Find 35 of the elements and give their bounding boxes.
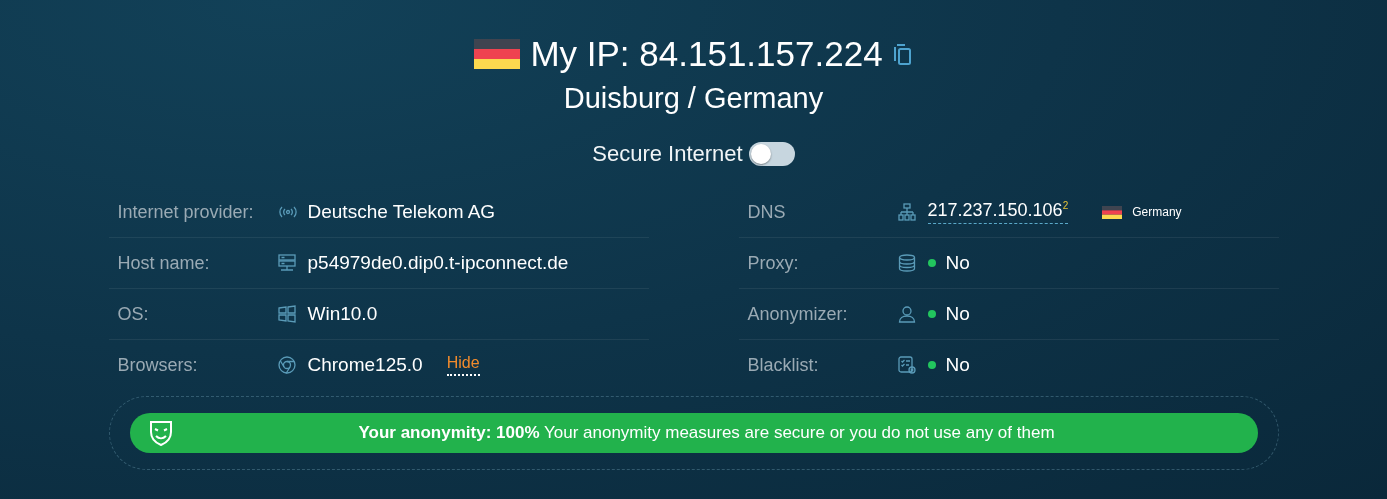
row-label: OS: <box>117 303 150 325</box>
row-label: Host name: <box>117 252 211 274</box>
database-icon <box>897 254 916 272</box>
location-text: Duisburg / Germany <box>563 82 824 115</box>
mask-icon <box>147 419 174 447</box>
flag-icon <box>1102 205 1123 219</box>
person-icon <box>897 305 916 323</box>
row-value: Deutsche Telekom AG <box>307 201 496 223</box>
status-value: No <box>945 303 970 325</box>
checklist-icon <box>897 356 916 374</box>
row-label: Anonymizer: <box>747 303 849 325</box>
signal-icon <box>277 205 298 219</box>
server-icon <box>277 254 296 272</box>
browser-icon <box>277 356 296 374</box>
hide-link[interactable]: Hide <box>446 354 480 376</box>
anonymity-text: Your anonymity: 100% Your anonymity measures are secure or you do not use any of them <box>357 423 1056 443</box>
windows-icon <box>277 305 296 323</box>
status-value: No <box>945 252 970 274</box>
copy-icon[interactable] <box>892 42 913 66</box>
network-icon <box>897 203 916 221</box>
secure-internet-switch[interactable] <box>748 142 795 166</box>
toggle-label: Secure Internet <box>592 141 743 167</box>
flag-icon <box>474 39 521 69</box>
row-label: Blacklist: <box>747 354 820 376</box>
status-value: No <box>945 354 970 376</box>
ip-title: My IP: 84.151.157.224 <box>530 34 883 74</box>
dns-country: Germany <box>1132 205 1182 219</box>
row-value: Chrome125.0 <box>307 354 423 376</box>
row-label: Proxy: <box>747 252 800 274</box>
row-label: Browsers: <box>117 354 199 376</box>
dns-address[interactable]: 217.237.150.106$^{2}$ <box>927 200 1069 224</box>
row-label: DNS <box>747 201 787 223</box>
row-value: Win10.0 <box>307 303 378 325</box>
row-value: p54979de0.dip0.t-ipconnect.de <box>307 252 569 274</box>
row-label: Internet provider: <box>117 201 255 223</box>
